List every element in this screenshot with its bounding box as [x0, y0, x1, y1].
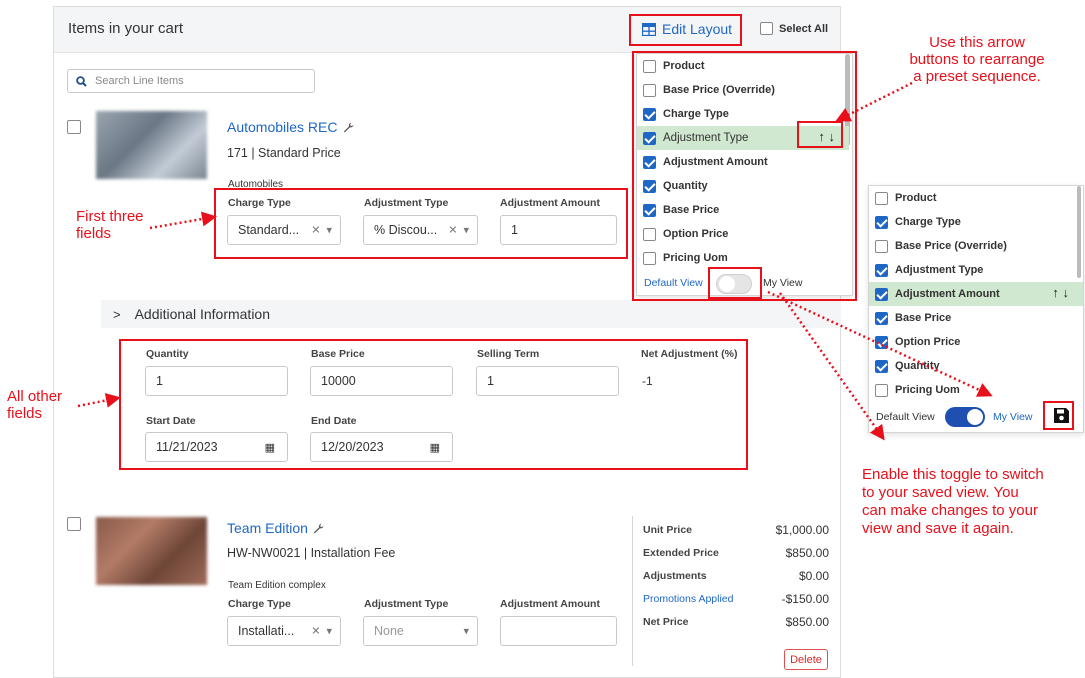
annotation-toggle-note: Enable this toggle to switch to your save… [862, 466, 1044, 537]
toggle-to-save-arrow [767, 290, 993, 397]
arrows-highlight-box [797, 121, 843, 148]
arrows-note-arrow [835, 81, 913, 122]
toggle-highlight-box [708, 267, 762, 299]
all-other-arrow [77, 392, 121, 408]
first-three-highlight-box [214, 188, 628, 259]
all-other-highlight-box [119, 339, 748, 470]
dropdown-highlight-box [632, 51, 857, 301]
annotation-first-three: First three fields [76, 208, 144, 242]
toggle-note-arrow [778, 292, 885, 441]
save-highlight-box [1043, 401, 1074, 430]
annotation-all-other: All other fields [7, 388, 63, 422]
first-three-arrow [149, 211, 217, 230]
annotation-arrows-note: Use this arrow buttons to rearrange a pres… [909, 34, 1045, 85]
edit-layout-highlight-box [629, 14, 742, 46]
annotation-overlay [77, 14, 1074, 470]
